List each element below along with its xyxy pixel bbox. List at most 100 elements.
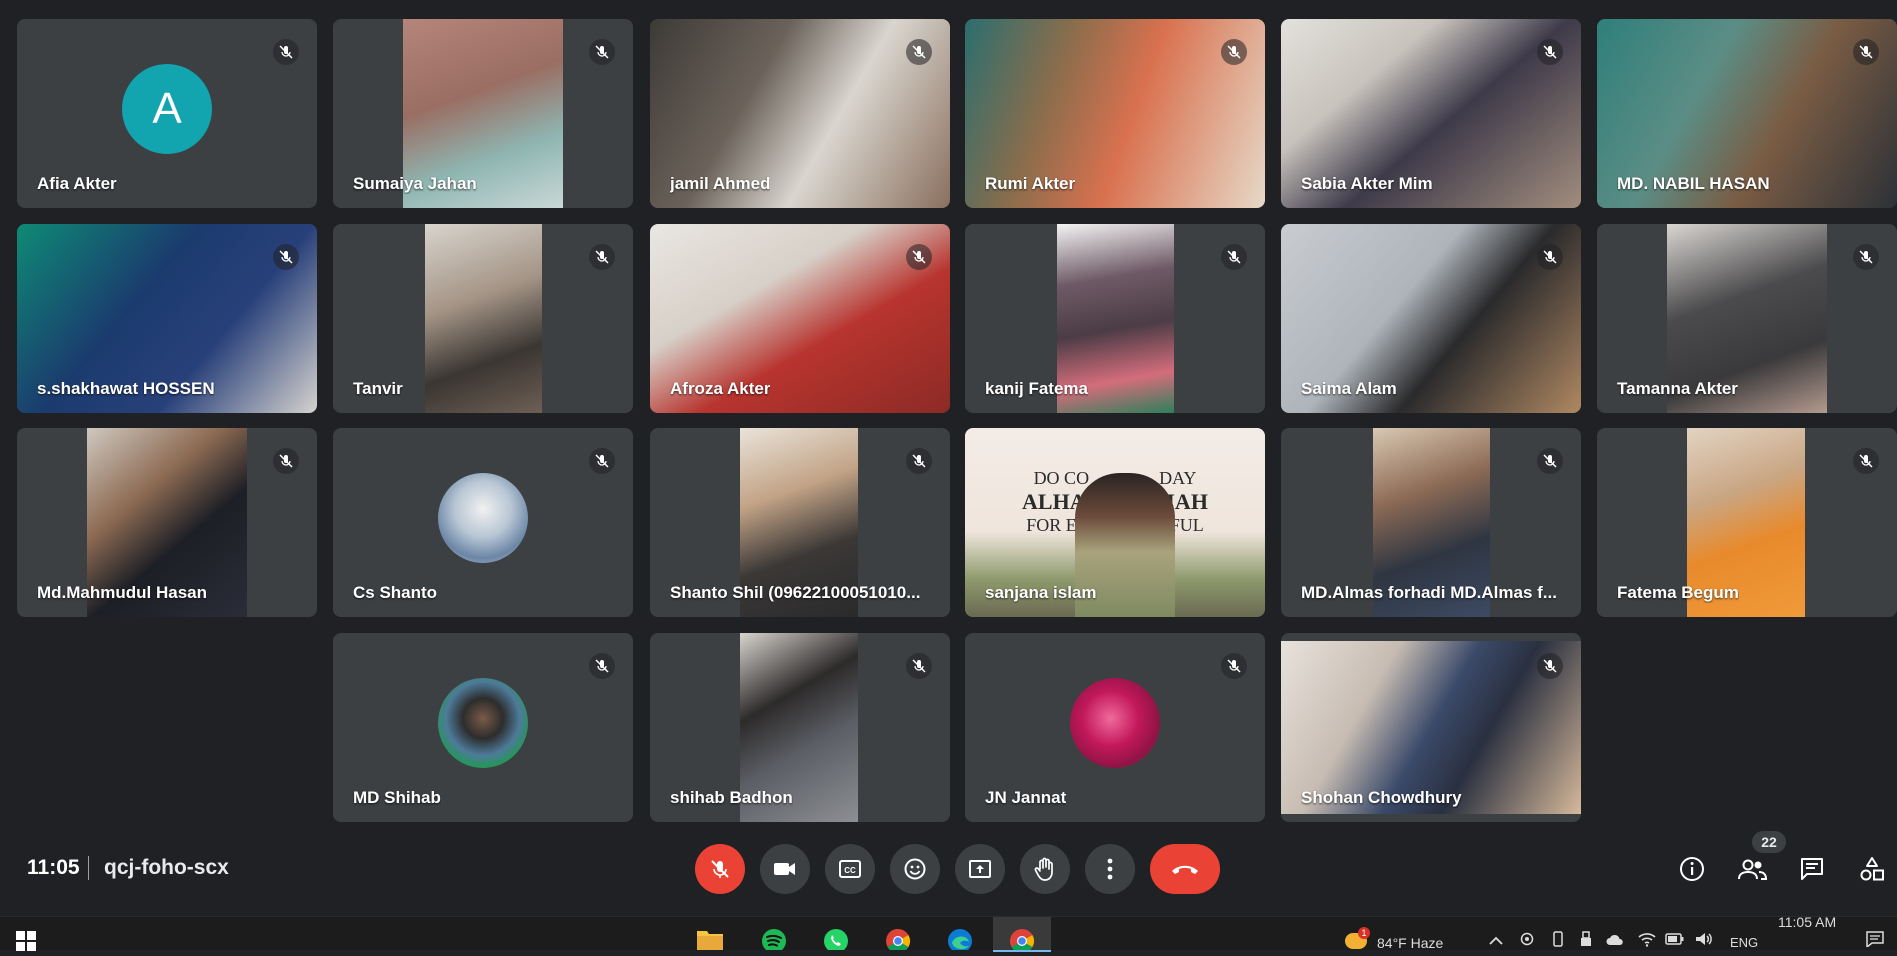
raise-hand-icon bbox=[1034, 857, 1053, 881]
participant-name: Rumi Akter bbox=[985, 174, 1076, 193]
people-button[interactable] bbox=[1735, 852, 1769, 886]
avatar bbox=[1070, 677, 1160, 768]
participant-tile[interactable]: Md.Mahmudul Hasan bbox=[17, 428, 317, 617]
avatar: A bbox=[122, 63, 212, 154]
chrome-icon[interactable] bbox=[883, 925, 913, 954]
mic-off-icon bbox=[711, 860, 729, 878]
participant-name: MD.Almas forhadi MD.Almas f... bbox=[1301, 583, 1557, 602]
participant-tile[interactable]: Saima Alam bbox=[1281, 224, 1581, 413]
avatar bbox=[438, 677, 528, 768]
participant-name: Sumaiya Jahan bbox=[353, 174, 477, 193]
activities-button[interactable] bbox=[1855, 852, 1889, 886]
participant-tile[interactable]: Shanto Shil (09622100051010... bbox=[650, 428, 950, 617]
mic-off-icon bbox=[589, 39, 615, 65]
mic-off-icon bbox=[906, 653, 932, 679]
participant-name: MD. NABIL HASAN bbox=[1617, 174, 1770, 193]
participant-name: Shohan Chowdhury bbox=[1301, 788, 1462, 807]
more-options-button[interactable] bbox=[1085, 844, 1135, 894]
language-indicator[interactable]: ENG bbox=[1730, 935, 1758, 950]
participant-name: Afia Akter bbox=[37, 174, 117, 193]
leave-call-button[interactable] bbox=[1150, 844, 1220, 894]
participant-name: MD Shihab bbox=[353, 788, 441, 807]
participant-tile[interactable]: shihab Badhon bbox=[650, 633, 950, 822]
participant-tile[interactable]: kanij Fatema bbox=[965, 224, 1265, 413]
spotify-icon[interactable] bbox=[759, 925, 789, 953]
meeting-controls-bar: 11:05 qcj-foho-scx CC bbox=[0, 830, 1897, 910]
mic-off-icon bbox=[273, 39, 299, 65]
file-explorer-icon[interactable] bbox=[695, 925, 725, 950]
participant-name: Saima Alam bbox=[1301, 379, 1397, 398]
participant-name: sanjana islam bbox=[985, 583, 1097, 602]
video-feed bbox=[425, 224, 542, 413]
participant-tile[interactable]: Shohan Chowdhury bbox=[1281, 633, 1581, 822]
participant-tile[interactable]: DO CO DAY ALHAM IAH FOR EV SSFUL sanjana is… bbox=[965, 428, 1265, 617]
participant-name: Cs Shanto bbox=[353, 583, 438, 602]
raise-hand-button[interactable] bbox=[1020, 844, 1070, 894]
emoji-reaction-button[interactable] bbox=[890, 844, 940, 894]
mic-off-icon bbox=[1853, 244, 1879, 270]
participant-tile[interactable]: Afroza Akter bbox=[650, 224, 950, 413]
mic-off-icon bbox=[906, 244, 932, 270]
volume-icon[interactable] bbox=[1695, 931, 1713, 947]
show-hidden-icons[interactable] bbox=[1489, 933, 1503, 945]
mic-off-icon bbox=[1537, 244, 1563, 270]
participant-name: Fatema Begum bbox=[1617, 583, 1739, 602]
mic-off-icon bbox=[1221, 39, 1247, 65]
participant-tile[interactable]: MD.Almas forhadi MD.Almas f... bbox=[1281, 428, 1581, 617]
location-icon bbox=[1520, 931, 1534, 947]
activities-icon bbox=[1860, 857, 1884, 881]
edge-icon[interactable] bbox=[945, 925, 975, 953]
usb-icon bbox=[1580, 931, 1592, 947]
mic-off-icon bbox=[1853, 39, 1879, 65]
participant-tile[interactable]: jamil Ahmed bbox=[650, 19, 950, 208]
camera-toggle-button[interactable] bbox=[760, 844, 810, 894]
meeting-details-button[interactable] bbox=[1675, 852, 1709, 886]
present-screen-button[interactable] bbox=[955, 844, 1005, 894]
svg-text:CC: CC bbox=[844, 866, 856, 875]
emoji-icon bbox=[904, 858, 926, 880]
participant-tile[interactable]: MD. NABIL HASAN bbox=[1597, 19, 1897, 208]
mic-off-icon bbox=[589, 448, 615, 474]
participant-count-badge: 22 bbox=[1752, 831, 1786, 853]
participant-name: Md.Mahmudul Hasan bbox=[37, 583, 208, 602]
notifications-icon[interactable] bbox=[1866, 931, 1884, 949]
avatar bbox=[438, 472, 528, 563]
mic-off-icon bbox=[1537, 448, 1563, 474]
participant-name: Shanto Shil (09622100051010... bbox=[670, 583, 921, 602]
meeting-code[interactable]: qcj-foho-scx bbox=[104, 856, 229, 880]
participant-tile[interactable]: Fatema Begum bbox=[1597, 428, 1897, 617]
mic-off-icon bbox=[906, 448, 932, 474]
participant-tile[interactable]: Tamanna Akter bbox=[1597, 224, 1897, 413]
mic-off-icon bbox=[1853, 448, 1879, 474]
participant-tile[interactable]: Sabia Akter Mim bbox=[1281, 19, 1581, 208]
mic-off-icon bbox=[1221, 244, 1247, 270]
present-icon bbox=[969, 860, 991, 878]
weather-widget[interactable]: 1 84°F Haze bbox=[1345, 927, 1485, 951]
participant-tile[interactable]: Sumaiya Jahan bbox=[333, 19, 633, 208]
participant-tile[interactable]: Cs Shanto bbox=[333, 428, 633, 617]
windows-start-icon[interactable] bbox=[16, 931, 36, 951]
participant-name: Tanvir bbox=[353, 379, 403, 398]
chrome-active-icon[interactable] bbox=[993, 917, 1051, 952]
participant-name: JN Jannat bbox=[985, 788, 1067, 807]
participant-tile[interactable]: Rumi Akter bbox=[965, 19, 1265, 208]
participant-tile[interactable]: A Afia Akter bbox=[17, 19, 317, 208]
mic-off-icon bbox=[589, 653, 615, 679]
end-call-icon bbox=[1172, 865, 1198, 874]
participant-tile[interactable]: s.shakhawat HOSSEN bbox=[17, 224, 317, 413]
mic-off-icon bbox=[273, 244, 299, 270]
participant-tile[interactable]: MD Shihab bbox=[333, 633, 633, 822]
participant-name: Tamanna Akter bbox=[1617, 379, 1738, 398]
whatsapp-icon[interactable] bbox=[821, 925, 851, 953]
battery-icon[interactable] bbox=[1665, 932, 1685, 946]
wifi-icon[interactable] bbox=[1638, 931, 1656, 947]
mic-off-icon bbox=[589, 244, 615, 270]
participant-tile[interactable]: Tanvir bbox=[333, 224, 633, 413]
system-clock[interactable]: 11:05 AM bbox=[1778, 914, 1836, 930]
mic-toggle-button[interactable] bbox=[695, 844, 745, 894]
notification-badge: 1 bbox=[1358, 927, 1370, 939]
participant-tile[interactable]: JN Jannat bbox=[965, 633, 1265, 822]
chat-button[interactable] bbox=[1795, 852, 1829, 886]
captions-icon: CC bbox=[839, 860, 861, 878]
captions-button[interactable]: CC bbox=[825, 844, 875, 894]
